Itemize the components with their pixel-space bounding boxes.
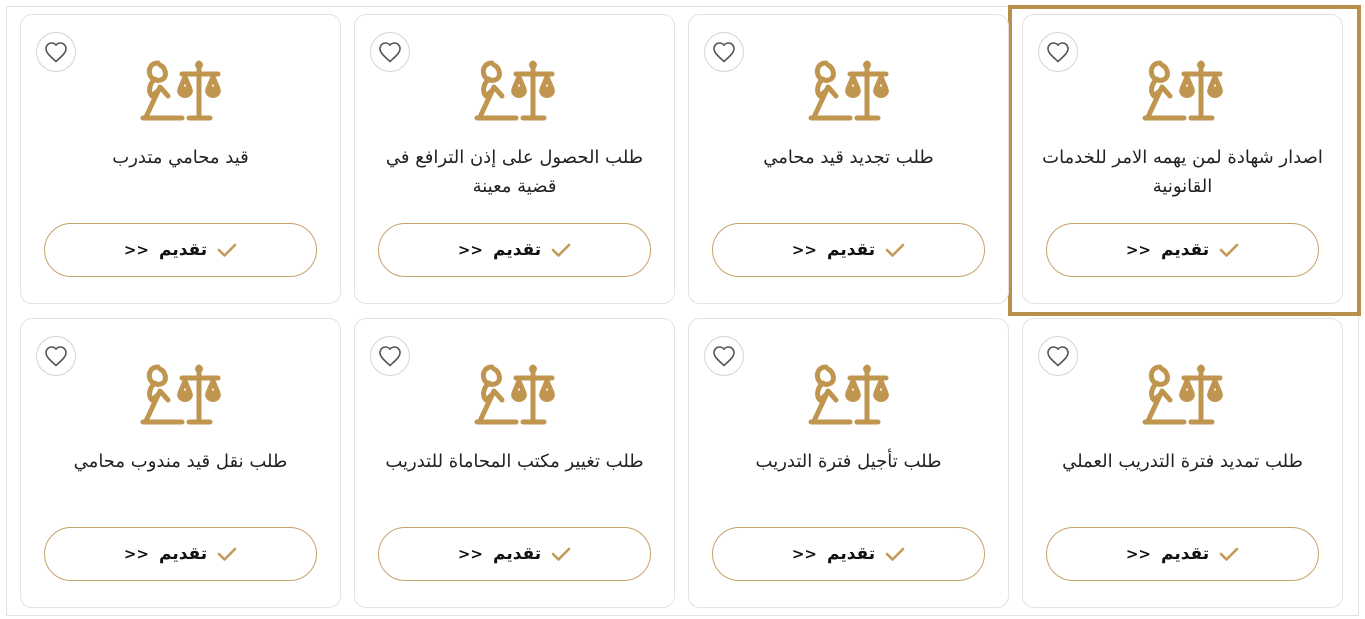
favorite-button[interactable] [704, 32, 744, 72]
checkmark-icon [217, 243, 237, 257]
service-card: طلب تجديد قيد محامي تقديم >> [688, 14, 1009, 304]
favorite-button[interactable] [370, 336, 410, 376]
heart-icon [379, 42, 401, 63]
service-card: طلب تغيير مكتب المحاماة للتدريب تقديم >> [354, 318, 675, 608]
apply-button-label: تقديم [1161, 240, 1210, 260]
apply-button-arrows: >> [1125, 241, 1151, 259]
heart-icon [713, 42, 735, 63]
services-grid: اصدار شهادة لمن يهمه الامر للخدمات القان… [19, 5, 1361, 608]
apply-button[interactable]: تقديم >> [1046, 223, 1319, 277]
checkmark-icon [551, 547, 571, 561]
lawyer-scales-icon [808, 364, 889, 425]
heart-icon [713, 346, 735, 367]
heart-icon [45, 346, 67, 367]
apply-button[interactable]: تقديم >> [44, 527, 317, 581]
lawyer-scales-icon [1142, 364, 1223, 425]
service-card: اصدار شهادة لمن يهمه الامر للخدمات القان… [1008, 5, 1361, 316]
apply-button-label: تقديم [159, 240, 208, 260]
apply-button[interactable]: تقديم >> [712, 527, 985, 581]
service-card: طلب نقل قيد مندوب محامي تقديم >> [20, 318, 341, 608]
lawyer-scales-icon [474, 60, 555, 121]
lawyer-scales-icon [140, 364, 221, 425]
service-title: طلب تأجيل فترة التدريب [755, 451, 942, 472]
service-card: طلب تأجيل فترة التدريب تقديم >> [688, 318, 1009, 608]
apply-button[interactable]: تقديم >> [1046, 527, 1319, 581]
service-title: طلب تجديد قيد محامي [763, 147, 934, 168]
service-title: قيد محامي متدرب [112, 147, 249, 168]
service-card: طلب الحصول على إذن الترافع في قضية معينة… [354, 14, 675, 304]
lawyer-scales-icon [1142, 60, 1223, 121]
service-card: طلب تمديد فترة التدريب العملي تقديم >> [1022, 318, 1343, 608]
apply-button-arrows: >> [457, 545, 483, 563]
apply-button-label: تقديم [159, 544, 208, 564]
favorite-button[interactable] [1038, 32, 1078, 72]
favorite-button[interactable] [36, 32, 76, 72]
apply-button[interactable]: تقديم >> [378, 223, 651, 277]
checkmark-icon [551, 243, 571, 257]
apply-button-arrows: >> [1125, 545, 1151, 563]
checkmark-icon [217, 547, 237, 561]
apply-button-arrows: >> [791, 545, 817, 563]
checkmark-icon [1219, 243, 1239, 257]
apply-button-arrows: >> [791, 241, 817, 259]
checkmark-icon [885, 243, 905, 257]
service-card: قيد محامي متدرب تقديم >> [20, 14, 341, 304]
apply-button-arrows: >> [123, 241, 149, 259]
apply-button[interactable]: تقديم >> [378, 527, 651, 581]
apply-button-label: تقديم [493, 544, 542, 564]
lawyer-scales-icon [474, 364, 555, 425]
favorite-button[interactable] [370, 32, 410, 72]
apply-button[interactable]: تقديم >> [712, 223, 985, 277]
checkmark-icon [885, 547, 905, 561]
heart-icon [1047, 346, 1069, 367]
service-title: طلب نقل قيد مندوب محامي [73, 451, 288, 472]
checkmark-icon [1219, 547, 1239, 561]
apply-button-arrows: >> [123, 545, 149, 563]
apply-button-label: تقديم [493, 240, 542, 260]
apply-button-label: تقديم [1161, 544, 1210, 564]
apply-button-label: تقديم [827, 544, 876, 564]
service-title: اصدار شهادة لمن يهمه الامر للخدمات القان… [1042, 147, 1323, 197]
apply-button-arrows: >> [457, 241, 483, 259]
service-title: طلب الحصول على إذن الترافع في قضية معينة [385, 147, 644, 197]
heart-icon [1047, 42, 1069, 63]
apply-button-label: تقديم [827, 240, 876, 260]
favorite-button[interactable] [704, 336, 744, 376]
lawyer-scales-icon [140, 60, 221, 121]
service-title: طلب تغيير مكتب المحاماة للتدريب [385, 451, 644, 472]
favorite-button[interactable] [36, 336, 76, 376]
apply-button[interactable]: تقديم >> [44, 223, 317, 277]
heart-icon [379, 346, 401, 367]
heart-icon [45, 42, 67, 63]
lawyer-scales-icon [808, 60, 889, 121]
service-title: طلب تمديد فترة التدريب العملي [1062, 451, 1303, 472]
favorite-button[interactable] [1038, 336, 1078, 376]
